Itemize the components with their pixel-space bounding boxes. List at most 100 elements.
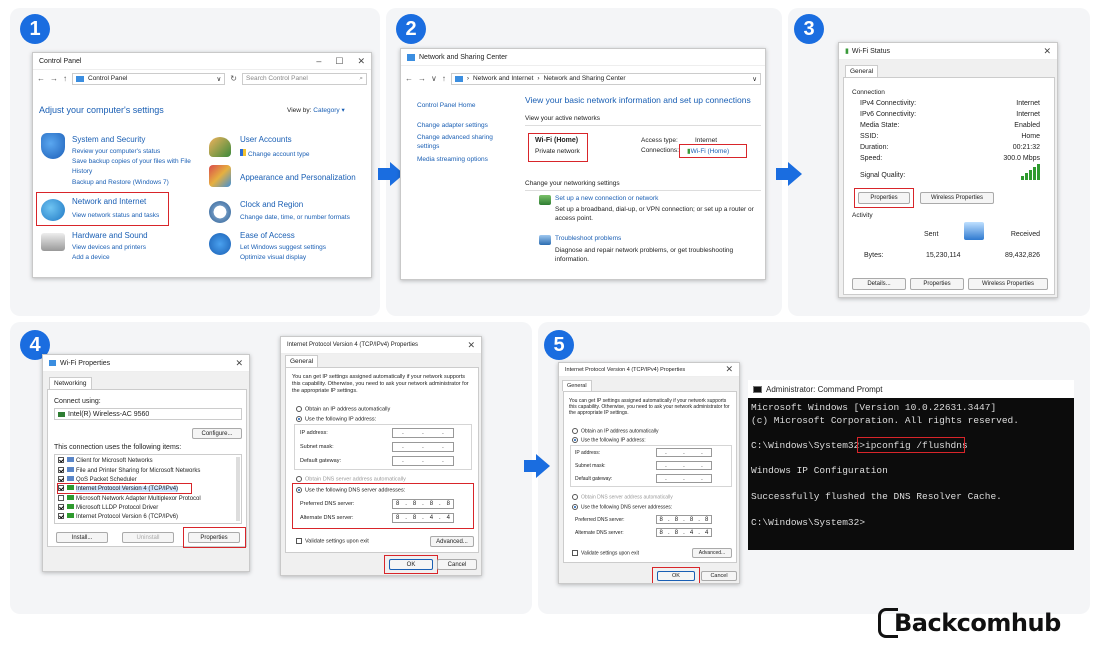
status-row-value: Internet xyxy=(1016,100,1040,107)
title-bar: Internet Protocol Version 4 (TCP/IPv4) P… xyxy=(559,363,739,377)
wifi-signal-icon: ▮ xyxy=(845,48,849,55)
tab-general[interactable]: General xyxy=(285,355,319,367)
link[interactable]: Let Windows suggest settings xyxy=(240,243,326,252)
tab-general[interactable]: General xyxy=(845,65,879,77)
tab-general[interactable]: General xyxy=(562,380,592,391)
view-by-dropdown[interactable]: Category xyxy=(313,107,339,114)
shield-icon xyxy=(41,133,65,159)
terminal-output: Successfully flushed the DNS Resolver Ca… xyxy=(751,491,1002,502)
link[interactable]: Change account type xyxy=(240,149,309,159)
install-button[interactable]: Install... xyxy=(56,532,108,543)
brand-logo: Backcomhub xyxy=(878,608,1061,638)
back-icon[interactable]: ← xyxy=(405,74,413,83)
radio-auto-ip[interactable]: Obtain an IP address automatically xyxy=(572,428,658,434)
scrollbar[interactable] xyxy=(236,457,240,521)
cancel-button[interactable]: Cancel xyxy=(437,559,477,570)
properties-button-bottom[interactable]: Properties xyxy=(910,278,964,290)
subnet-mask-input[interactable]: ... xyxy=(656,461,712,470)
gateway-input[interactable]: ... xyxy=(392,456,454,466)
sidebar-item-media[interactable]: Media streaming options xyxy=(417,155,488,164)
maximize-icon[interactable]: ☐ xyxy=(335,56,343,67)
list-item[interactable]: Internet Protocol Version 6 (TCP/IPv6) xyxy=(58,513,178,520)
link[interactable]: Optimize visual display xyxy=(240,253,306,262)
setup-connection-link[interactable]: Set up a new connection or network xyxy=(555,194,658,203)
cancel-button[interactable]: Cancel xyxy=(701,571,737,581)
alternate-dns-input[interactable]: 8.8.4.4 xyxy=(656,528,712,537)
list-item[interactable]: Microsoft Network Adapter Multiplexor Pr… xyxy=(58,495,201,502)
preferred-dns-input[interactable]: 8.8.8.8 xyxy=(656,515,712,524)
address-field[interactable]: › Network and Internet › Network and Sharin… xyxy=(450,72,761,85)
brand-name: Backcomhub xyxy=(894,609,1061,637)
up-icon[interactable]: ↑ xyxy=(442,74,446,83)
category-hardware-sound[interactable]: Hardware and Sound xyxy=(72,231,148,240)
category-ease-of-access[interactable]: Ease of Access xyxy=(240,231,295,240)
uninstall-button[interactable]: Uninstall xyxy=(122,532,174,543)
close-icon[interactable]: ✕ xyxy=(725,364,733,375)
wifi-properties-dialog: Wi-Fi Properties ✕ Networking Connect us… xyxy=(42,354,250,572)
radio-use-ip[interactable]: Use the following IP address: xyxy=(572,437,646,443)
sidebar-item-home[interactable]: Control Panel Home xyxy=(417,101,476,110)
link[interactable]: Save backup copies of your files with Fi… xyxy=(72,157,191,166)
list-item[interactable]: Client for Microsoft Networks xyxy=(58,457,153,464)
window-title: Network and Sharing Center xyxy=(419,53,508,61)
list-item[interactable]: File and Printer Sharing for Microsoft N… xyxy=(58,467,200,474)
ip-address-input[interactable]: ... xyxy=(392,428,454,438)
tab-networking[interactable]: Networking xyxy=(49,377,92,389)
link[interactable]: Backup and Restore (Windows 7) xyxy=(72,178,169,187)
category-system-security[interactable]: System and Security xyxy=(72,135,145,144)
list-item[interactable]: QoS Packet Scheduler xyxy=(58,476,137,483)
troubleshoot-icon xyxy=(539,235,551,245)
wireless-properties-button[interactable]: Wireless Properties xyxy=(920,192,994,204)
radio-use-dns[interactable]: Use the following DNS server addresses: xyxy=(572,504,672,510)
radio-auto-dns[interactable]: Obtain DNS server address automatically xyxy=(296,476,406,482)
back-icon[interactable]: ← xyxy=(37,74,45,83)
subnet-mask-input[interactable]: ... xyxy=(392,442,454,452)
divider xyxy=(525,125,761,126)
link[interactable]: History xyxy=(72,167,92,176)
close-icon[interactable]: ✕ xyxy=(467,340,475,351)
link[interactable]: View devices and printers xyxy=(72,243,146,252)
address-bar: ← → ∨ ↑ › Network and Internet › Network and S… xyxy=(401,70,765,87)
forward-icon[interactable]: → xyxy=(418,74,426,83)
list-item[interactable]: Microsoft LLDP Protocol Driver xyxy=(58,504,158,511)
sidebar-item-adapter[interactable]: Change adapter settings xyxy=(417,121,488,130)
address-field[interactable]: Control Panel ∨ xyxy=(72,72,226,85)
item-icon xyxy=(67,476,74,481)
details-button[interactable]: Details... xyxy=(852,278,906,290)
link[interactable]: Change date, time, or number formats xyxy=(240,213,350,222)
title-bar: Network and Sharing Center xyxy=(401,49,765,66)
chevron-down-icon[interactable]: ∨ xyxy=(431,74,437,83)
advanced-button[interactable]: Advanced... xyxy=(692,548,732,558)
radio-auto-dns[interactable]: Obtain DNS server address automatically xyxy=(572,494,673,500)
search-input[interactable]: Search Control Panel ⌕ xyxy=(242,72,367,85)
forward-icon[interactable]: → xyxy=(50,74,58,83)
gateway-input[interactable]: ... xyxy=(656,474,712,483)
chevron-down-icon[interactable]: ∨ xyxy=(217,75,222,83)
configure-button[interactable]: Configure... xyxy=(192,428,242,439)
advanced-button[interactable]: Advanced... xyxy=(430,536,474,547)
close-icon[interactable]: ✕ xyxy=(1043,46,1051,57)
troubleshoot-link[interactable]: Troubleshoot problems xyxy=(555,234,621,243)
category-clock-region[interactable]: Clock and Region xyxy=(240,200,303,209)
validate-checkbox[interactable]: Validate settings upon exit xyxy=(572,550,639,556)
close-icon[interactable]: ✕ xyxy=(235,358,243,369)
network-computer-icon xyxy=(964,222,984,240)
validate-checkbox[interactable]: Validate settings upon exit xyxy=(296,538,369,544)
ip-address-input[interactable]: ... xyxy=(656,448,712,457)
link[interactable]: Add a device xyxy=(72,253,110,262)
status-row-label: IPv6 Connectivity: xyxy=(860,111,917,118)
wireless-properties-button-bottom[interactable]: Wireless Properties xyxy=(968,278,1048,290)
breadcrumb-separator: › xyxy=(537,75,540,82)
category-user-accounts[interactable]: User Accounts xyxy=(240,135,292,144)
sidebar-item-sharing[interactable]: Change advanced sharing settings xyxy=(417,133,507,151)
refresh-icon[interactable]: ↻ xyxy=(230,74,237,83)
radio-auto-ip[interactable]: Obtain an IP address automatically xyxy=(296,406,390,412)
up-icon[interactable]: ↑ xyxy=(63,74,67,83)
minimize-icon[interactable]: – xyxy=(316,56,321,67)
close-icon[interactable]: ✕ xyxy=(357,56,365,67)
radio-use-ip[interactable]: Use the following IP address: xyxy=(296,416,376,422)
chevron-down-icon[interactable]: ∨ xyxy=(752,75,757,83)
link[interactable]: Review your computer's status xyxy=(72,147,160,156)
category-appearance[interactable]: Appearance and Personalization xyxy=(240,173,356,182)
terminal-icon xyxy=(753,385,762,393)
